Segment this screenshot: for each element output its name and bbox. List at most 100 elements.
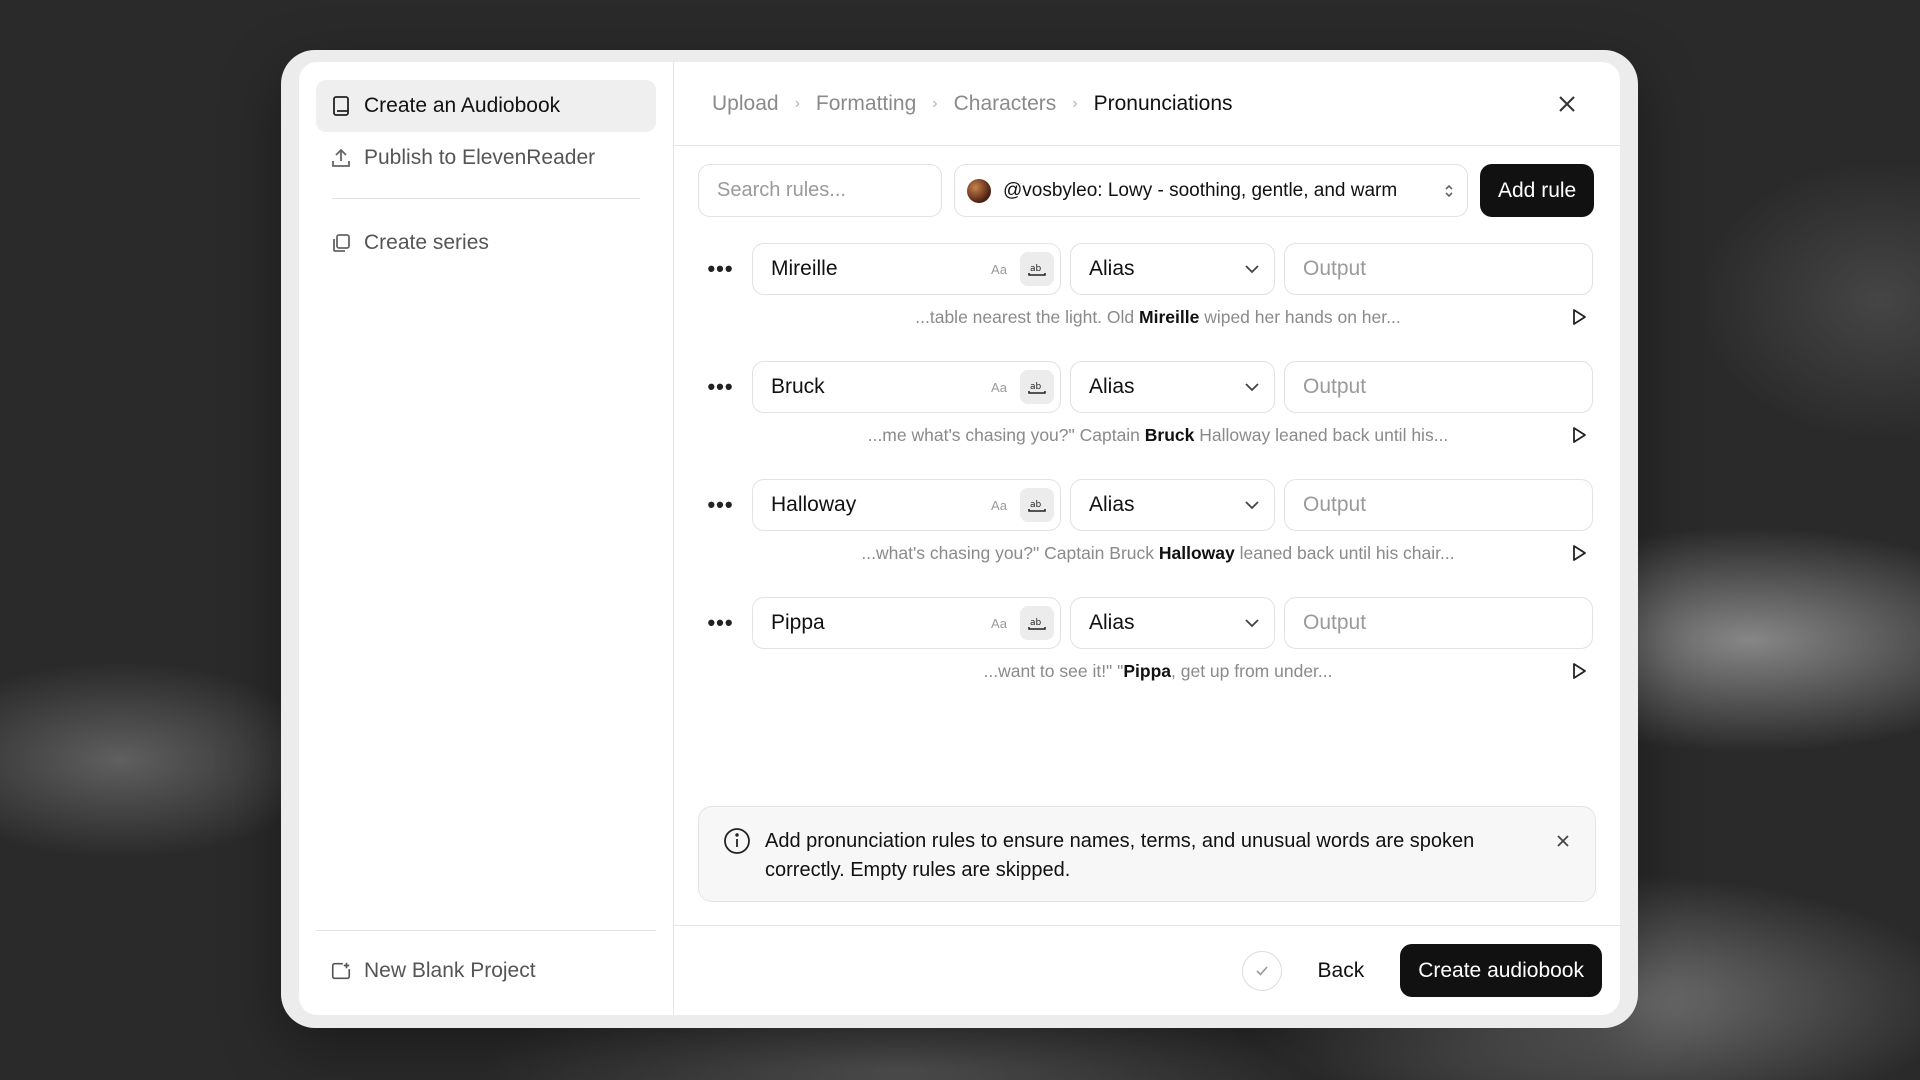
rule-item: ••• Pippa Aa ab Alias ...wan: [698, 597, 1596, 693]
breadcrumb-formatting[interactable]: Formatting: [816, 92, 916, 116]
rule-item: ••• Bruck Aa ab Alias ...me: [698, 361, 1596, 457]
whole-word-toggle[interactable]: ab: [1020, 606, 1054, 640]
breadcrumb-upload[interactable]: Upload: [712, 92, 779, 116]
rule-type-label: Alias: [1089, 493, 1135, 516]
sidebar-item-create-audiobook[interactable]: Create an Audiobook: [316, 80, 656, 132]
play-button[interactable]: [1564, 538, 1594, 568]
play-icon: [1573, 309, 1586, 325]
info-banner: Add pronunciation rules to ensure names,…: [698, 806, 1596, 902]
context-snippet: ...want to see it!" "Pippa, get up from …: [983, 660, 1333, 681]
chevron-up-down-icon: [1445, 184, 1453, 197]
play-button[interactable]: [1564, 656, 1594, 686]
case-sensitive-toggle[interactable]: Aa: [986, 616, 1012, 631]
check-status-indicator: [1241, 950, 1282, 991]
breadcrumb: Upload › Formatting › Characters › Pronu…: [712, 92, 1233, 116]
play-button[interactable]: [1564, 420, 1594, 450]
rule-type-select[interactable]: Alias: [1070, 597, 1275, 649]
search-rules-input[interactable]: [698, 164, 942, 217]
dialog-footer: Back Create audiobook: [674, 925, 1620, 1015]
rule-type-select[interactable]: Alias: [1070, 479, 1275, 531]
output-input[interactable]: [1284, 243, 1593, 295]
close-icon: [1559, 95, 1575, 112]
whole-word-icon: ab: [1028, 618, 1046, 630]
more-options-icon[interactable]: •••: [698, 362, 743, 412]
rules-list: ••• Mireille Aa ab Alias ...: [674, 243, 1620, 693]
play-icon: [1573, 427, 1586, 443]
back-button[interactable]: Back: [1302, 959, 1381, 983]
case-sensitive-toggle[interactable]: Aa: [986, 498, 1012, 513]
context-snippet: ...table nearest the light. Old Mireille…: [915, 306, 1401, 327]
rule-item: ••• Mireille Aa ab Alias ...: [698, 243, 1596, 339]
voice-select-label: @vosbyleo: Lowy - soothing, gentle, and …: [1003, 179, 1398, 201]
close-dialog-button[interactable]: [1552, 89, 1582, 119]
svg-text:ab: ab: [1030, 618, 1042, 628]
book-icon: [330, 95, 352, 117]
whole-word-icon: ab: [1028, 500, 1046, 512]
svg-text:ab: ab: [1030, 500, 1042, 510]
rule-type-label: Alias: [1089, 611, 1135, 634]
rule-type-select[interactable]: Alias: [1070, 243, 1275, 295]
sidebar-item-label: New Blank Project: [364, 959, 536, 982]
new-blank-project-button[interactable]: New Blank Project: [316, 945, 656, 997]
sidebar-item-create-series[interactable]: Create series: [316, 217, 656, 269]
chevron-down-icon: [1245, 265, 1259, 274]
output-input[interactable]: [1284, 361, 1593, 413]
term-value: Bruck: [771, 375, 825, 398]
term-field[interactable]: Bruck Aa ab: [752, 361, 1061, 413]
breadcrumb-pronunciations: Pronunciations: [1093, 91, 1233, 115]
output-input[interactable]: [1284, 597, 1593, 649]
more-options-icon[interactable]: •••: [698, 598, 743, 648]
sidebar-item-label: Publish to ElevenReader: [364, 146, 596, 169]
chevron-right-icon: ›: [1072, 94, 1078, 112]
info-icon: [724, 828, 750, 854]
term-value: Pippa: [771, 611, 825, 634]
play-icon: [1573, 545, 1586, 561]
rule-type-select[interactable]: Alias: [1070, 361, 1275, 413]
sidebar-item-publish[interactable]: Publish to ElevenReader: [316, 132, 656, 184]
whole-word-toggle[interactable]: ab: [1020, 252, 1054, 286]
breadcrumb-characters[interactable]: Characters: [954, 92, 1057, 116]
play-icon: [1573, 663, 1586, 679]
voice-select[interactable]: @vosbyleo: Lowy - soothing, gentle, and …: [954, 164, 1468, 217]
case-sensitive-toggle[interactable]: Aa: [986, 380, 1012, 395]
whole-word-toggle[interactable]: ab: [1020, 370, 1054, 404]
term-field[interactable]: Mireille Aa ab: [752, 243, 1061, 295]
whole-word-icon: ab: [1028, 382, 1046, 394]
dialog-header: Upload › Formatting › Characters › Pronu…: [674, 62, 1620, 146]
dismiss-info-button[interactable]: [1551, 829, 1575, 853]
create-audiobook-dialog: Create an Audiobook Publish to ElevenRea…: [299, 62, 1620, 1015]
chevron-down-icon: [1245, 501, 1259, 510]
output-input[interactable]: [1284, 479, 1593, 531]
chevron-down-icon: [1245, 619, 1259, 628]
sidebar: Create an Audiobook Publish to ElevenRea…: [299, 62, 674, 1015]
chevron-down-icon: [1245, 383, 1259, 392]
whole-word-icon: ab: [1028, 264, 1046, 276]
term-field[interactable]: Pippa Aa ab: [752, 597, 1061, 649]
upload-icon: [330, 147, 352, 169]
new-project-icon: [330, 960, 352, 982]
more-options-icon[interactable]: •••: [698, 480, 743, 530]
chevron-right-icon: ›: [794, 94, 800, 112]
context-snippet: ...me what's chasing you?" Captain Bruck…: [867, 424, 1449, 445]
sidebar-divider: [332, 198, 640, 199]
sidebar-bottom: New Blank Project: [316, 930, 656, 997]
term-field[interactable]: Halloway Aa ab: [752, 479, 1061, 531]
term-value: Halloway: [771, 493, 857, 516]
rule-item: ••• Halloway Aa ab Alias ...: [698, 479, 1596, 575]
context-snippet: ...what's chasing you?" Captain Bruck Ha…: [861, 542, 1455, 563]
info-text: Add pronunciation rules to ensure names,…: [765, 830, 1475, 881]
close-icon: [1557, 835, 1569, 847]
chevron-right-icon: ›: [932, 94, 938, 112]
case-sensitive-toggle[interactable]: Aa: [986, 262, 1012, 277]
svg-text:ab: ab: [1030, 264, 1042, 274]
create-audiobook-button[interactable]: Create audiobook: [1400, 944, 1602, 997]
sidebar-item-label: Create an Audiobook: [364, 94, 561, 117]
play-button[interactable]: [1564, 302, 1594, 332]
whole-word-toggle[interactable]: ab: [1020, 488, 1054, 522]
add-rule-button[interactable]: Add rule: [1480, 164, 1595, 217]
rules-toolbar: @vosbyleo: Lowy - soothing, gentle, and …: [674, 146, 1620, 217]
copy-icon: [330, 232, 352, 254]
rule-type-label: Alias: [1089, 375, 1135, 398]
more-options-icon[interactable]: •••: [698, 244, 743, 294]
main-panel: Upload › Formatting › Characters › Pronu…: [674, 62, 1620, 1015]
